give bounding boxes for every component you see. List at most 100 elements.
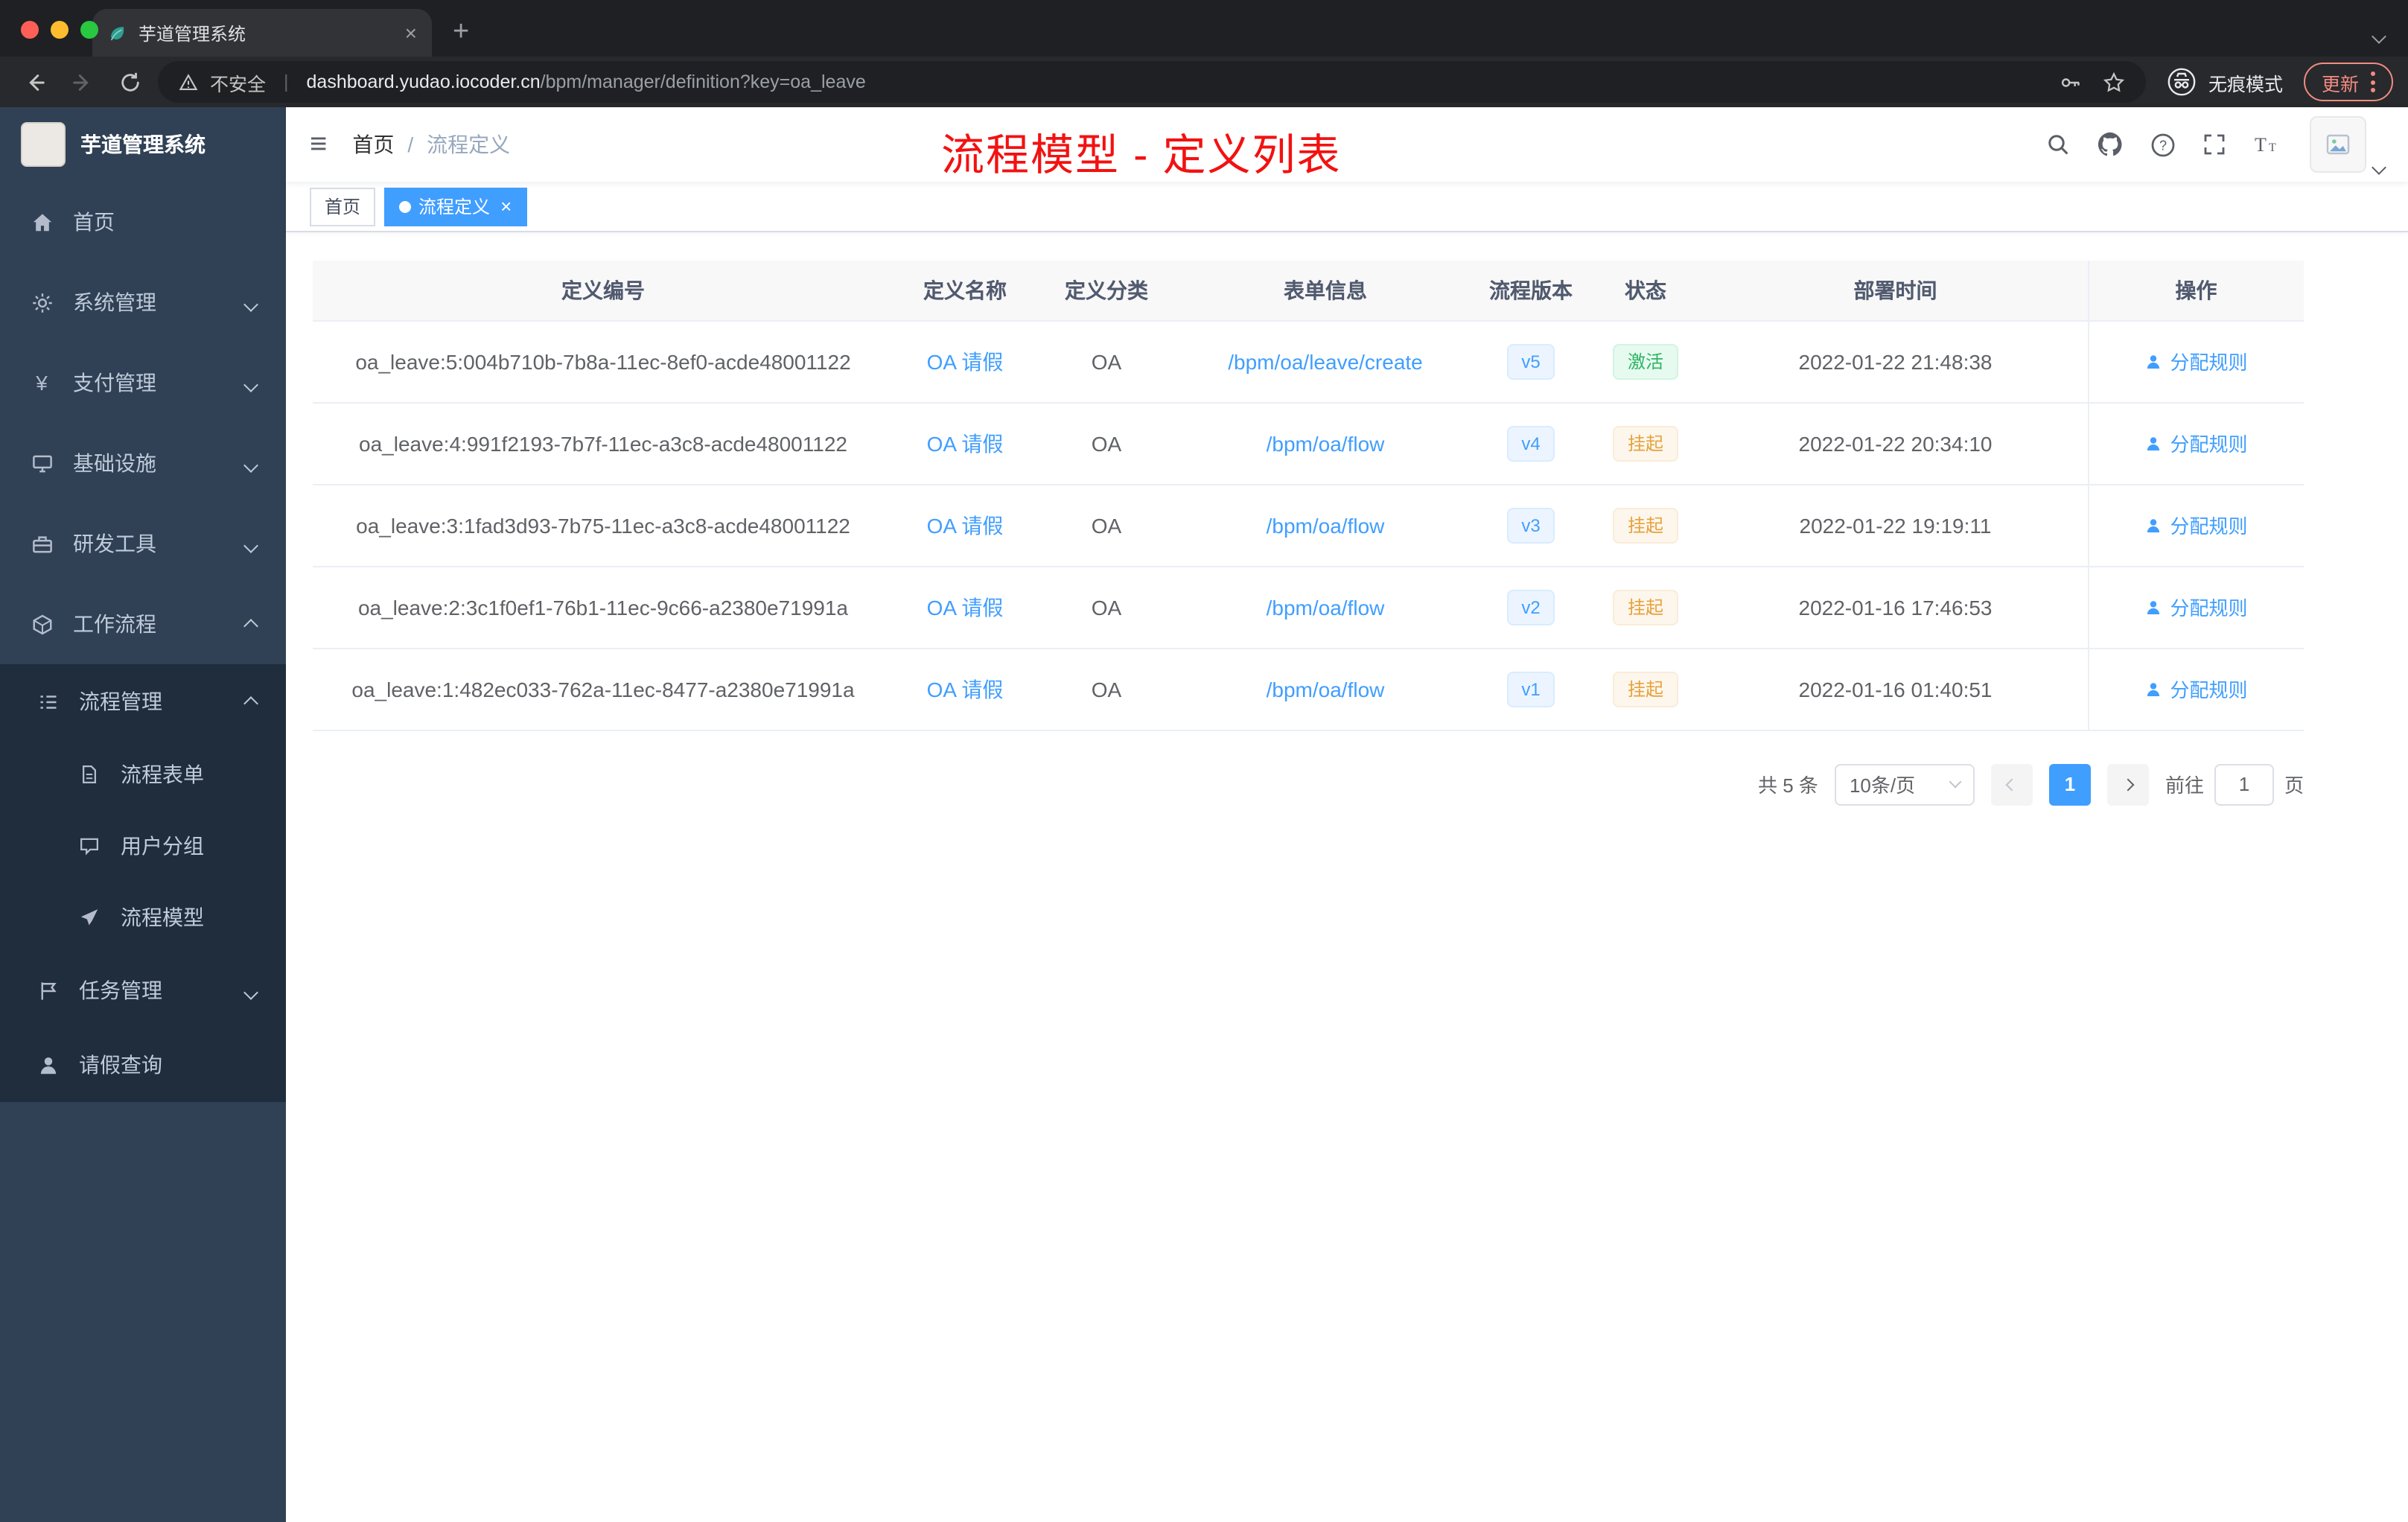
cube-icon	[30, 613, 54, 635]
definition-name-link[interactable]: OA 请假	[927, 349, 1004, 373]
prev-page-button[interactable]	[1990, 763, 2033, 805]
sidebar-item-leave-query[interactable]: 请假查询	[0, 1028, 286, 1102]
reload-button[interactable]	[110, 64, 149, 100]
address-bar[interactable]: 不安全 | dashboard.yudao.iocoder.cn/bpm/man…	[158, 61, 2146, 103]
assign-rule-link[interactable]: 分配规则	[2144, 675, 2248, 703]
definition-name-link[interactable]: OA 请假	[927, 431, 1004, 455]
definition-name-link[interactable]: OA 请假	[927, 513, 1004, 537]
table-row: oa_leave:1:482ec033-762a-11ec-8477-a2380…	[313, 648, 2304, 730]
breadcrumb-current: 流程定义	[427, 133, 511, 156]
browser-tab[interactable]: 芋道管理系统 ×	[92, 9, 432, 57]
next-page-button[interactable]	[2106, 763, 2149, 805]
sidebar-item-home[interactable]: 首页	[0, 182, 286, 262]
search-icon[interactable]	[2046, 133, 2070, 156]
document-icon	[77, 764, 101, 785]
forward-button[interactable]	[63, 64, 101, 100]
browser-tabstrip: 芋道管理系统 × +	[0, 0, 2408, 57]
sidebar-item-system[interactable]: 系统管理	[0, 262, 286, 343]
sidebar-item-infra[interactable]: 基础设施	[0, 423, 286, 503]
person-icon	[2147, 518, 2160, 532]
tag-process-definition[interactable]: 流程定义 ×	[384, 187, 527, 226]
goto-page-input[interactable]	[2214, 763, 2274, 805]
definition-table: 定义编号 定义名称 定义分类 表单信息 流程版本 状态 部署时间 操作 oa_l…	[313, 261, 2304, 730]
page-size-select[interactable]: 10条/页	[1834, 763, 1975, 805]
deploy-time: 2022-01-22 20:34:10	[1798, 431, 1993, 455]
browser-update-button[interactable]: 更新	[2303, 63, 2393, 101]
help-icon[interactable]: ?	[2150, 132, 2176, 157]
col-deploy-time: 部署时间	[1704, 261, 2088, 321]
sidebar-item-devtools[interactable]: 研发工具	[0, 503, 286, 584]
close-window-button[interactable]	[21, 21, 39, 39]
version-badge: v5	[1506, 343, 1555, 379]
form-info-link[interactable]: /bpm/oa/flow	[1267, 513, 1385, 537]
incognito-label: 无痕模式	[2208, 74, 2283, 95]
definition-category: OA	[1091, 431, 1122, 455]
form-info-link[interactable]: /bpm/oa/leave/create	[1228, 349, 1423, 373]
definition-name-link[interactable]: OA 请假	[927, 677, 1004, 701]
screen: 芋道管理系统 × + 不安全 | dashboard.yudao.iocoder…	[0, 0, 2408, 1522]
sidebar-item-task-management[interactable]: 任务管理	[0, 953, 286, 1028]
monitor-icon	[30, 452, 54, 474]
assign-rule-link[interactable]: 分配规则	[2144, 429, 2248, 457]
person-icon	[2147, 600, 2160, 614]
security-label[interactable]: 不安全	[210, 68, 266, 96]
tab-search-icon[interactable]	[2372, 22, 2386, 49]
font-size-icon[interactable]: TT	[2253, 133, 2280, 156]
paper-plane-icon	[77, 907, 101, 928]
bookmark-star-icon[interactable]	[2103, 71, 2125, 93]
tab-close-icon[interactable]: ×	[405, 22, 417, 43]
browser-menu-icon[interactable]	[2371, 71, 2375, 92]
definition-id: oa_leave:2:3c1f0ef1-76b1-11ec-9c66-a2380…	[357, 595, 848, 619]
select-caret-icon	[1949, 775, 1962, 789]
sidebar-item-process-model[interactable]: 流程模型	[0, 882, 286, 953]
chevron-down-icon	[243, 290, 258, 314]
workflow-submenu: 流程管理 流程表单 用户分组 流程模型 任务管理 请假查询	[0, 664, 286, 1102]
version-badge: v2	[1506, 589, 1555, 625]
app-logo[interactable]: 芋道管理系统	[0, 107, 286, 182]
sidebar-item-process-form[interactable]: 流程表单	[0, 739, 286, 810]
assign-rule-link[interactable]: 分配规则	[2144, 593, 2248, 621]
sidebar: 芋道管理系统 首页 系统管理 ¥ 支付管理 基础设施 研发工具 工作流程 流程管…	[0, 107, 286, 1522]
definition-id: oa_leave:3:1fad3d93-7b75-11ec-a3c8-acde4…	[356, 513, 850, 537]
assign-rule-link[interactable]: 分配规则	[2144, 347, 2248, 375]
table-body: oa_leave:5:004b710b-7b8a-11ec-8ef0-acde4…	[313, 320, 2304, 730]
window-controls	[21, 21, 98, 39]
form-info-link[interactable]: /bpm/oa/flow	[1267, 595, 1385, 619]
table-row: oa_leave:2:3c1f0ef1-76b1-11ec-9c66-a2380…	[313, 566, 2304, 649]
tag-home[interactable]: 首页	[310, 187, 376, 226]
maximize-window-button[interactable]	[80, 21, 98, 39]
form-info-link[interactable]: /bpm/oa/flow	[1267, 431, 1385, 455]
sidebar-item-user-group[interactable]: 用户分组	[0, 810, 286, 882]
caret-down-icon	[2372, 160, 2386, 175]
definition-name-link[interactable]: OA 请假	[927, 595, 1004, 619]
top-navbar: ≡ 首页 / 流程定义 流程模型 - 定义列表 ? T T	[286, 107, 2408, 182]
sidebar-toggle-icon[interactable]: ≡	[310, 130, 327, 159]
chevron-down-icon	[243, 371, 258, 395]
form-info-link[interactable]: /bpm/oa/flow	[1267, 677, 1385, 701]
app-title: 芋道管理系统	[80, 133, 206, 156]
definition-category: OA	[1091, 677, 1122, 701]
active-dot	[399, 200, 412, 212]
fullscreen-icon[interactable]	[2202, 133, 2226, 156]
current-page-button[interactable]: 1	[2048, 763, 2091, 805]
logo-avatar	[21, 122, 66, 167]
new-tab-button[interactable]: +	[453, 18, 469, 46]
definition-category: OA	[1091, 595, 1122, 619]
minimize-window-button[interactable]	[51, 21, 69, 39]
user-menu[interactable]	[2310, 116, 2386, 175]
person-icon	[2147, 354, 2160, 368]
definition-id: oa_leave:4:991f2193-7b7f-11ec-a3c8-acde4…	[359, 431, 847, 455]
list-tree-icon	[36, 690, 60, 713]
page-url[interactable]: dashboard.yudao.iocoder.cn/bpm/manager/d…	[307, 71, 866, 92]
tag-close-icon[interactable]: ×	[500, 197, 512, 216]
password-key-icon[interactable]	[2060, 71, 2082, 93]
sidebar-item-workflow[interactable]: 工作流程	[0, 584, 286, 664]
sidebar-item-payment[interactable]: ¥ 支付管理	[0, 343, 286, 423]
github-icon[interactable]	[2097, 131, 2124, 158]
content-area: 定义编号 定义名称 定义分类 表单信息 流程版本 状态 部署时间 操作 oa_l…	[286, 232, 2408, 805]
sidebar-item-process-management[interactable]: 流程管理	[0, 664, 286, 739]
chevron-down-icon	[243, 451, 258, 475]
back-button[interactable]	[15, 64, 54, 100]
assign-rule-link[interactable]: 分配规则	[2144, 511, 2248, 539]
breadcrumb-home[interactable]: 首页	[352, 130, 394, 159]
